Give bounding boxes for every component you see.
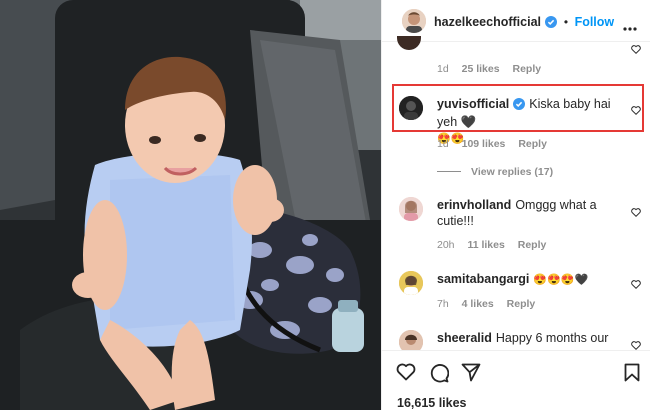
commenter-avatar[interactable] xyxy=(399,197,423,221)
author-avatar[interactable] xyxy=(402,9,426,33)
comment-time: 7h xyxy=(437,298,449,310)
commenter-avatar[interactable] xyxy=(397,36,421,50)
comment-text: erinvholland Omggg what a cutie!!! xyxy=(437,197,627,229)
comment-body: 😍😍😍🖤 xyxy=(533,274,589,286)
reply-button[interactable]: Reply xyxy=(507,298,536,310)
follow-button[interactable]: Follow xyxy=(575,15,615,29)
commenter-avatar-image xyxy=(399,96,423,120)
reply-button[interactable]: Reply xyxy=(518,239,547,251)
author-avatar-image xyxy=(402,9,426,33)
heart-icon[interactable] xyxy=(396,363,416,386)
replies-divider xyxy=(437,171,461,172)
comment-item: sheeralid Happy 6 months our xyxy=(382,326,650,350)
reply-button[interactable]: Reply xyxy=(518,138,547,150)
baby-photo-illustration xyxy=(0,0,381,410)
commenter-username[interactable]: sheeralid xyxy=(437,331,492,345)
commenter-avatar-image xyxy=(399,197,423,221)
heart-icon[interactable] xyxy=(631,41,641,59)
post-actions: 16,615 likes xyxy=(382,350,650,410)
verified-badge-icon xyxy=(545,15,558,33)
comments-panel: hazelkeechofficial • Follow 1d 25 likes … xyxy=(381,0,650,410)
view-replies-label[interactable]: View replies (17) xyxy=(471,166,553,178)
commenter-username[interactable]: samitabangargi xyxy=(437,272,529,286)
comment-icon[interactable] xyxy=(429,363,450,388)
comment-meta: 1d 25 likes Reply xyxy=(437,63,541,75)
comment-likes[interactable]: 4 likes xyxy=(462,298,494,310)
share-icon[interactable] xyxy=(461,363,481,387)
separator-dot: • xyxy=(563,15,569,29)
author-line: hazelkeechofficial • Follow xyxy=(434,13,614,33)
heart-icon[interactable] xyxy=(631,276,641,294)
comment-likes[interactable]: 109 likes xyxy=(462,138,506,150)
commenter-avatar-image xyxy=(399,330,423,350)
comment-text: sheeralid Happy 6 months our xyxy=(437,330,627,346)
comment-text: samitabangargi 😍😍😍🖤 xyxy=(437,271,627,288)
reply-button[interactable]: Reply xyxy=(512,63,541,75)
comment-likes[interactable]: 11 likes xyxy=(467,239,504,251)
heart-icon[interactable] xyxy=(631,337,641,350)
commenter-avatar-image xyxy=(399,271,423,295)
likes-count[interactable]: 16,615 likes xyxy=(397,396,467,410)
heart-icon[interactable] xyxy=(631,204,641,222)
comment-body-line2: cutie!!! xyxy=(437,214,474,228)
comment-meta: 1d 109 likes Reply xyxy=(437,138,547,150)
commenter-avatar[interactable] xyxy=(399,330,423,350)
post-photo[interactable] xyxy=(0,0,381,410)
bookmark-icon[interactable] xyxy=(624,363,640,387)
comment-likes[interactable]: 25 likes xyxy=(462,63,500,75)
commenter-username[interactable]: yuvisofficial xyxy=(437,97,509,111)
comment-body: Happy 6 months our xyxy=(495,331,609,345)
commenter-username[interactable]: erinvholland xyxy=(437,198,511,212)
view-replies[interactable]: View replies (17) xyxy=(437,166,553,178)
author-username[interactable]: hazelkeechofficial xyxy=(434,15,541,29)
comment-body: Omggg what a xyxy=(515,198,597,212)
comment-time: 1d xyxy=(437,138,449,150)
more-options-icon[interactable] xyxy=(623,18,637,36)
verified-badge-icon xyxy=(513,98,526,114)
comment-meta: 7h 4 likes Reply xyxy=(437,298,535,310)
heart-icon[interactable] xyxy=(631,102,641,120)
comment-time: 20h xyxy=(437,239,455,251)
post-header: hazelkeechofficial • Follow xyxy=(382,0,650,42)
comment-time: 1d xyxy=(437,63,449,75)
comment-meta: 20h 11 likes Reply xyxy=(437,239,546,251)
commenter-avatar[interactable] xyxy=(399,271,423,295)
commenter-avatar[interactable] xyxy=(399,96,423,120)
